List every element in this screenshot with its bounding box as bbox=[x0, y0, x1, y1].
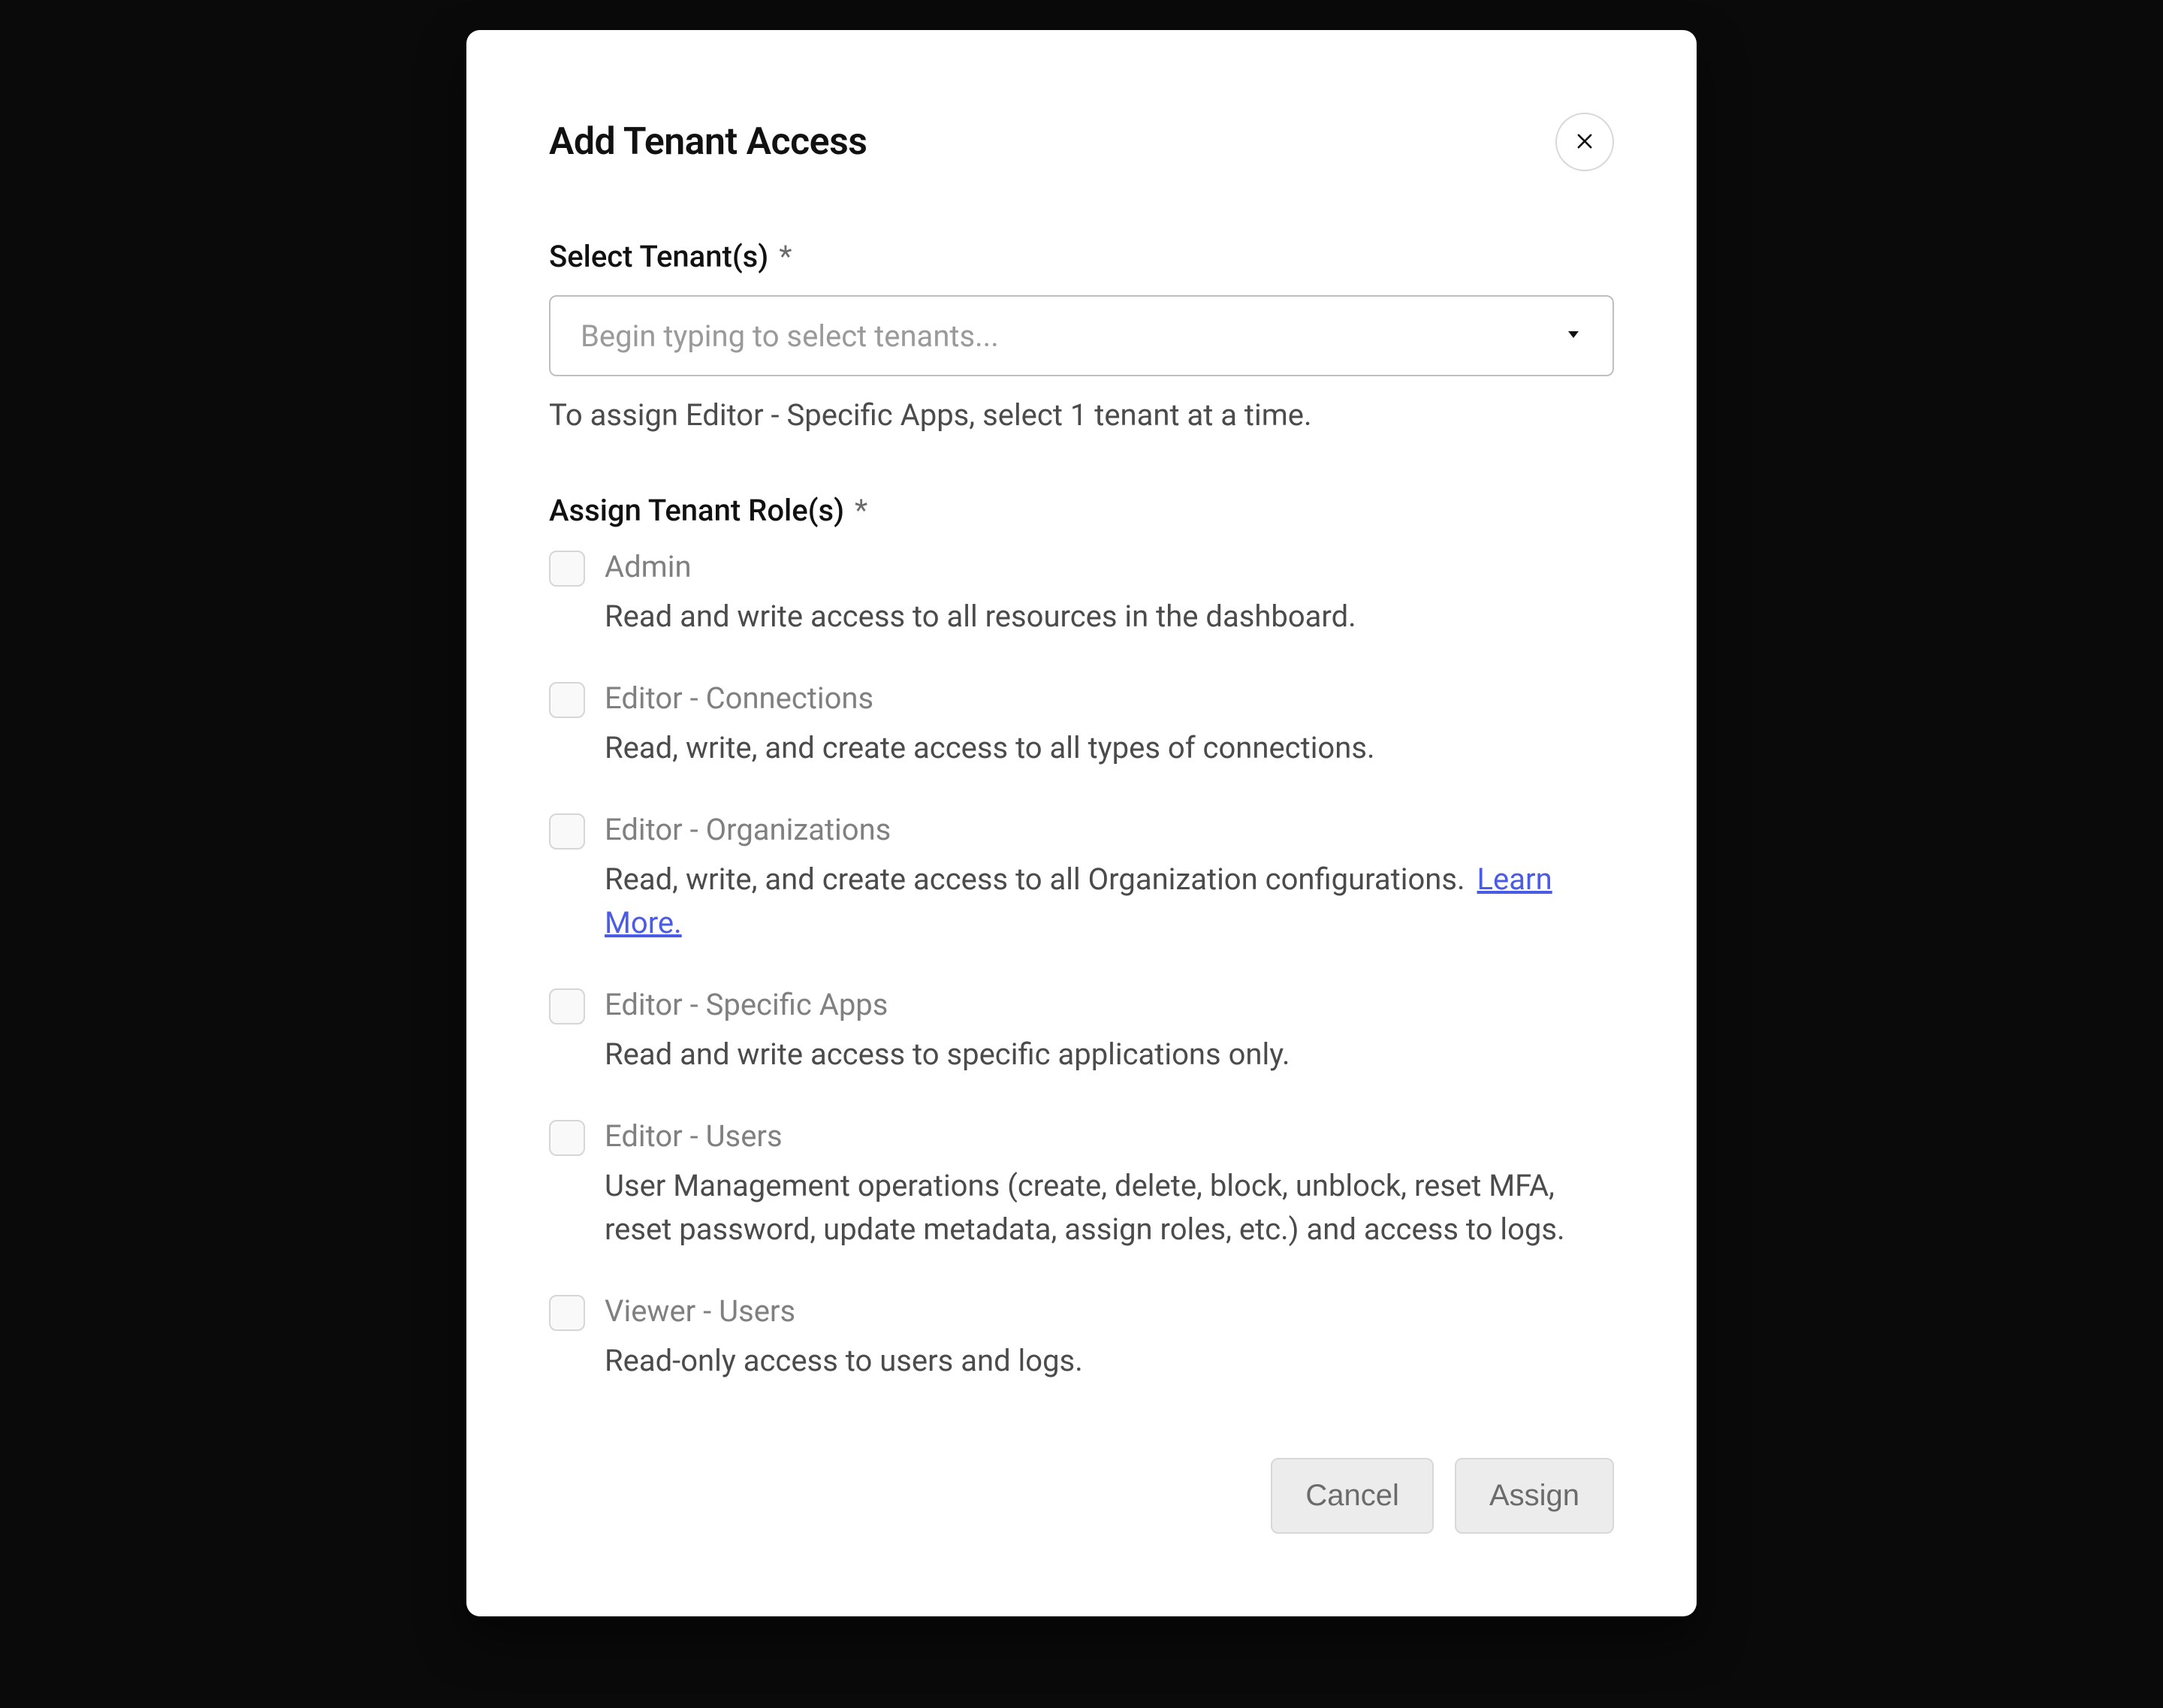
role-item: Editor - Organizations Read, write, and c… bbox=[549, 812, 1614, 945]
role-title: Admin bbox=[605, 549, 1614, 584]
role-description: Read, write, and create access to all Or… bbox=[605, 858, 1614, 945]
role-description-text: Read, write, and create access to all ty… bbox=[605, 730, 1375, 765]
select-tenants-label: Select Tenant(s) * bbox=[549, 239, 1614, 274]
role-text: Editor - Specific Apps Read and write acc… bbox=[605, 987, 1614, 1076]
role-item: Viewer - Users Read-only access to users … bbox=[549, 1293, 1614, 1383]
role-checkbox[interactable] bbox=[549, 813, 585, 849]
role-checkbox[interactable] bbox=[549, 988, 585, 1024]
role-checkbox[interactable] bbox=[549, 1295, 585, 1331]
role-title: Editor - Users bbox=[605, 1118, 1614, 1154]
cancel-button[interactable]: Cancel bbox=[1271, 1458, 1434, 1534]
role-description: Read and write access to specific applic… bbox=[605, 1033, 1614, 1076]
roles-list: Admin Read and write access to all resour… bbox=[549, 549, 1614, 1383]
role-title: Editor - Connections bbox=[605, 680, 1614, 716]
role-item: Editor - Users User Management operations… bbox=[549, 1118, 1614, 1251]
role-title: Viewer - Users bbox=[605, 1293, 1614, 1329]
role-checkbox[interactable] bbox=[549, 1120, 585, 1156]
close-button[interactable] bbox=[1555, 113, 1614, 171]
add-tenant-access-modal: Add Tenant Access Select Tenant(s) * Beg… bbox=[466, 30, 1697, 1616]
select-tenants-label-text: Select Tenant(s) bbox=[549, 239, 768, 274]
required-mark: * bbox=[855, 493, 867, 528]
role-title: Editor - Organizations bbox=[605, 812, 1614, 847]
modal-header: Add Tenant Access bbox=[549, 113, 1614, 171]
role-description-text: Read-only access to users and logs. bbox=[605, 1343, 1083, 1378]
role-text: Editor - Users User Management operations… bbox=[605, 1118, 1614, 1251]
select-tenants-field: Select Tenant(s) * Begin typing to selec… bbox=[549, 239, 1614, 433]
assign-button[interactable]: Assign bbox=[1455, 1458, 1614, 1534]
assign-roles-label-text: Assign Tenant Role(s) bbox=[549, 493, 844, 528]
role-description: Read, write, and create access to all ty… bbox=[605, 726, 1614, 770]
role-description-text: Read, write, and create access to all Or… bbox=[605, 862, 1465, 897]
role-description-text: User Management operations (create, dele… bbox=[605, 1168, 1565, 1247]
role-item: Editor - Connections Read, write, and cre… bbox=[549, 680, 1614, 770]
role-description: Read-only access to users and logs. bbox=[605, 1339, 1614, 1383]
role-checkbox[interactable] bbox=[549, 682, 585, 718]
tenant-select-placeholder: Begin typing to select tenants... bbox=[581, 318, 999, 354]
role-checkbox[interactable] bbox=[549, 551, 585, 587]
tenant-select-input[interactable]: Begin typing to select tenants... bbox=[549, 295, 1614, 376]
caret-down-icon bbox=[1564, 325, 1582, 346]
assign-roles-field: Assign Tenant Role(s) * Admin Read and wr… bbox=[549, 493, 1614, 1383]
modal-footer: Cancel Assign bbox=[549, 1458, 1614, 1534]
role-text: Admin Read and write access to all resour… bbox=[605, 549, 1614, 638]
role-title: Editor - Specific Apps bbox=[605, 987, 1614, 1022]
role-description-text: Read and write access to all resources i… bbox=[605, 599, 1356, 634]
role-description-text: Read and write access to specific applic… bbox=[605, 1037, 1290, 1072]
close-icon bbox=[1574, 131, 1595, 154]
role-description: User Management operations (create, dele… bbox=[605, 1164, 1614, 1251]
role-text: Editor - Connections Read, write, and cre… bbox=[605, 680, 1614, 770]
required-mark: * bbox=[779, 239, 792, 274]
role-description: Read and write access to all resources i… bbox=[605, 595, 1614, 638]
tenant-select-helper: To assign Editor - Specific Apps, select… bbox=[549, 397, 1614, 433]
role-text: Viewer - Users Read-only access to users … bbox=[605, 1293, 1614, 1383]
assign-roles-label: Assign Tenant Role(s) * bbox=[549, 493, 1614, 528]
modal-title: Add Tenant Access bbox=[549, 120, 867, 164]
role-text: Editor - Organizations Read, write, and c… bbox=[605, 812, 1614, 945]
role-item: Admin Read and write access to all resour… bbox=[549, 549, 1614, 638]
role-item: Editor - Specific Apps Read and write acc… bbox=[549, 987, 1614, 1076]
